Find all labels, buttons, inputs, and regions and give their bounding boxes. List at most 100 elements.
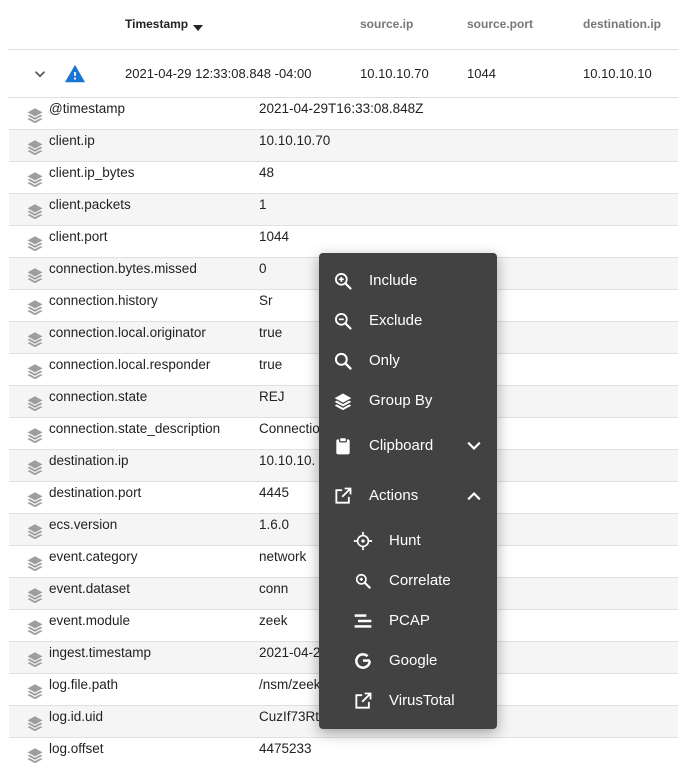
field-name: client.packets bbox=[49, 197, 131, 212]
field-value[interactable]: 48 bbox=[259, 165, 274, 180]
menu-item-pcap[interactable]: PCAP bbox=[319, 601, 497, 641]
field-value[interactable]: 10.10.10. bbox=[259, 453, 315, 468]
menu-item-virustotal[interactable]: VirusTotal bbox=[319, 681, 497, 721]
table-header: Timestamp source.ip source.port destinat… bbox=[8, 0, 678, 50]
field-value[interactable]: REJ bbox=[259, 389, 285, 404]
layers-icon[interactable] bbox=[25, 522, 45, 540]
menu-item-label: VirusTotal bbox=[389, 692, 455, 709]
field-value[interactable]: Connectio bbox=[259, 421, 320, 436]
field-name: connection.local.responder bbox=[49, 357, 211, 372]
column-header-label: Timestamp bbox=[125, 17, 189, 31]
layers-icon[interactable] bbox=[25, 202, 45, 220]
field-name: ingest.timestamp bbox=[49, 645, 152, 660]
column-header-source-ip[interactable]: source.ip bbox=[360, 17, 413, 31]
menu-item-google[interactable]: Google bbox=[319, 641, 497, 681]
field-value[interactable]: 1044 bbox=[259, 229, 289, 244]
layers-icon[interactable] bbox=[25, 330, 45, 348]
menu-item-group-by[interactable]: Group By bbox=[319, 381, 497, 421]
field-value[interactable]: conn bbox=[259, 581, 288, 596]
open-in-new-icon bbox=[355, 692, 372, 709]
crosshairs-icon bbox=[353, 531, 373, 551]
open-in-new-icon bbox=[335, 487, 352, 504]
menu-item-actions[interactable]: Actions bbox=[319, 476, 497, 516]
field-value[interactable]: zeek bbox=[259, 613, 288, 628]
layers-icon[interactable] bbox=[25, 458, 45, 476]
layers-icon[interactable] bbox=[25, 746, 45, 764]
field-value[interactable]: 2021-04-2 bbox=[259, 645, 321, 660]
field-name: destination.ip bbox=[49, 453, 129, 468]
search-plus-icon bbox=[355, 573, 371, 589]
field-name: client.port bbox=[49, 229, 108, 244]
menu-item-label: PCAP bbox=[389, 612, 430, 629]
menu-item-label: Hunt bbox=[389, 532, 421, 549]
chevron-down-icon[interactable] bbox=[464, 436, 484, 456]
layers-icon[interactable] bbox=[25, 426, 45, 444]
menu-item-only[interactable]: Only bbox=[319, 341, 497, 381]
field-value[interactable]: true bbox=[259, 325, 282, 340]
chevron-up-icon[interactable] bbox=[464, 486, 484, 506]
field-name: connection.history bbox=[49, 293, 158, 308]
layers-icon[interactable] bbox=[25, 650, 45, 668]
field-name: @timestamp bbox=[49, 101, 125, 116]
menu-item-hunt[interactable]: Hunt bbox=[319, 521, 497, 561]
field-value[interactable]: 4445 bbox=[259, 485, 289, 500]
field-value[interactable]: /nsm/zeek bbox=[259, 677, 321, 692]
event-row[interactable]: 2021-04-29 12:33:08.848 -04:00 10.10.10.… bbox=[8, 50, 678, 98]
menu-item-label: Include bbox=[369, 272, 418, 289]
field-name: connection.state_description bbox=[49, 421, 221, 436]
layers-icon[interactable] bbox=[25, 682, 45, 700]
menu-item-exclude[interactable]: Exclude bbox=[319, 301, 497, 341]
field-row: client.ip_bytes 48 bbox=[9, 162, 678, 194]
menu-item-clipboard[interactable]: Clipboard bbox=[319, 426, 497, 466]
field-value[interactable]: true bbox=[259, 357, 282, 372]
search-icon bbox=[334, 352, 352, 370]
zoom-out-icon bbox=[335, 313, 352, 330]
layers-icon[interactable] bbox=[25, 714, 45, 732]
field-name: event.dataset bbox=[49, 581, 131, 596]
field-value[interactable]: network bbox=[259, 549, 306, 564]
field-name: connection.local.originator bbox=[49, 325, 206, 340]
column-header-source-port[interactable]: source.port bbox=[467, 17, 533, 31]
field-value[interactable]: 1 bbox=[259, 197, 267, 212]
field-name: connection.state bbox=[49, 389, 148, 404]
menu-item-correlate[interactable]: Correlate bbox=[319, 561, 497, 601]
layers-icon[interactable] bbox=[25, 490, 45, 508]
menu-item-label: Google bbox=[389, 652, 438, 669]
clipboard-icon bbox=[336, 437, 350, 455]
layers-icon[interactable] bbox=[25, 138, 45, 156]
field-value[interactable]: CuzIf73Rt bbox=[259, 709, 319, 724]
event-source-port: 1044 bbox=[467, 66, 496, 81]
column-header-destination-ip[interactable]: destination.ip bbox=[583, 17, 661, 31]
stream-icon bbox=[354, 614, 372, 628]
menu-item-label: Correlate bbox=[389, 572, 451, 589]
field-value[interactable]: 2021-04-29T16:33:08.848Z bbox=[259, 101, 423, 116]
menu-item-include[interactable]: Include bbox=[319, 261, 497, 301]
field-name: client.ip bbox=[49, 133, 95, 148]
event-timestamp: 2021-04-29 12:33:08.848 -04:00 bbox=[125, 66, 312, 81]
layers-icon bbox=[334, 393, 352, 411]
field-name: log.id.uid bbox=[49, 709, 104, 724]
layers-icon[interactable] bbox=[25, 298, 45, 316]
layers-icon[interactable] bbox=[25, 586, 45, 604]
layers-icon[interactable] bbox=[25, 362, 45, 380]
column-header-timestamp[interactable]: Timestamp bbox=[125, 17, 204, 31]
field-value[interactable]: 4475233 bbox=[259, 741, 312, 756]
field-value[interactable]: 1.6.0 bbox=[259, 517, 289, 532]
layers-icon[interactable] bbox=[25, 266, 45, 284]
field-name: connection.bytes.missed bbox=[49, 261, 197, 276]
zoom-in-icon bbox=[335, 273, 352, 290]
field-row: @timestamp 2021-04-29T16:33:08.848Z bbox=[9, 98, 678, 130]
field-value[interactable]: Sr bbox=[259, 293, 273, 308]
layers-icon[interactable] bbox=[25, 170, 45, 188]
sort-descending-icon[interactable] bbox=[193, 25, 204, 31]
chevron-down-icon[interactable] bbox=[30, 64, 50, 84]
field-name: log.file.path bbox=[49, 677, 119, 692]
layers-icon[interactable] bbox=[25, 234, 45, 252]
layers-icon[interactable] bbox=[25, 106, 45, 124]
layers-icon[interactable] bbox=[25, 554, 45, 572]
layers-icon[interactable] bbox=[25, 618, 45, 636]
layers-icon[interactable] bbox=[25, 394, 45, 412]
google-icon bbox=[355, 653, 371, 669]
field-value[interactable]: 10.10.10.70 bbox=[259, 133, 330, 148]
field-value[interactable]: 0 bbox=[259, 261, 267, 276]
